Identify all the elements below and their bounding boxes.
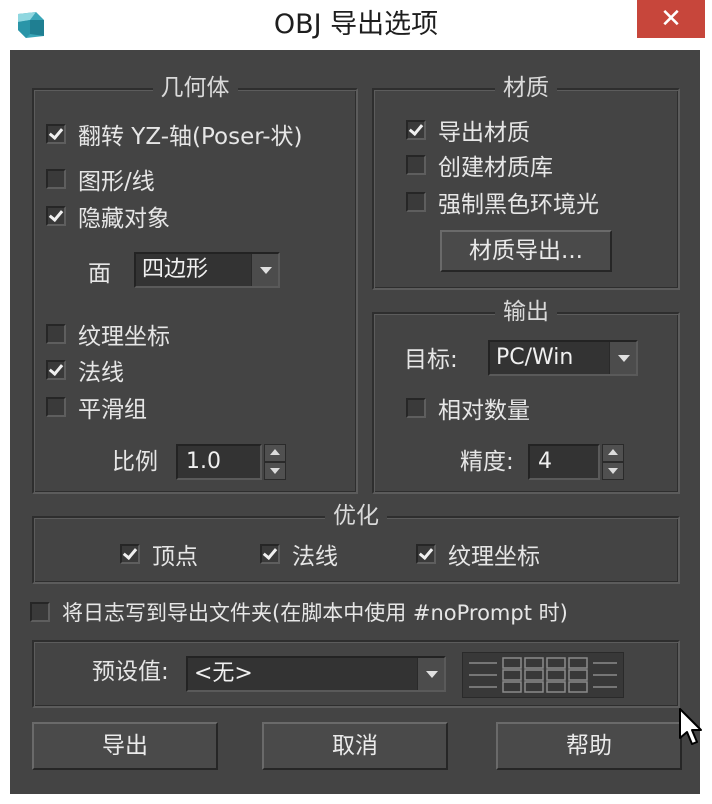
chevron-down-icon[interactable] (251, 254, 278, 286)
chevron-down-icon[interactable] (417, 658, 444, 690)
optimize-group: 优化 顶点 法线 纹理坐标 (32, 503, 680, 584)
target-dropdown[interactable]: PC/Win (488, 340, 638, 376)
precision-input[interactable]: 4 (528, 444, 600, 480)
material-group-title: 材质 (495, 75, 557, 101)
close-icon: ✕ (660, 4, 682, 34)
window-bottom-edge (0, 794, 712, 804)
chevron-down-icon[interactable] (609, 342, 636, 374)
window-title: OBJ 导出选项 (273, 9, 439, 40)
help-button[interactable]: 帮助 (496, 722, 682, 770)
preset-toolbar[interactable] (462, 652, 624, 698)
opt-texture-coords-checkbox[interactable]: 纹理坐标 (416, 538, 540, 570)
faces-dropdown[interactable]: 四边形 (134, 252, 280, 288)
output-group-title: 输出 (495, 299, 557, 325)
cancel-button[interactable]: 取消 (262, 722, 448, 770)
create-mat-lib-checkbox[interactable]: 创建材质库 (406, 149, 553, 181)
close-button[interactable]: ✕ (637, 0, 705, 38)
target-label: 目标: (404, 347, 458, 373)
presets-value: <无> (194, 661, 253, 686)
relative-numbers-label: 相对数量 (438, 398, 530, 424)
texture-coords-label: 纹理坐标 (78, 324, 170, 350)
faces-value: 四边形 (142, 257, 209, 282)
flip-yz-checkbox[interactable]: 翻转 YZ-轴(Poser-状) (46, 118, 303, 150)
mouse-cursor-icon (679, 708, 702, 745)
geometry-group-title: 几何体 (152, 75, 238, 101)
write-log-check[interactable] (30, 602, 50, 622)
shapes-lines-check[interactable] (46, 169, 66, 189)
material-export-button[interactable]: 材质导出... (440, 230, 612, 272)
export-materials-check[interactable] (406, 120, 426, 140)
force-black-ambient-label: 强制黑色环境光 (438, 192, 599, 218)
opt-vertices-checkbox[interactable]: 顶点 (120, 538, 198, 570)
create-mat-lib-check[interactable] (406, 155, 426, 175)
force-black-ambient-checkbox[interactable]: 强制黑色环境光 (406, 186, 599, 218)
texture-coords-checkbox[interactable]: 纹理坐标 (46, 318, 170, 350)
presets-label: 预设值: (92, 659, 169, 685)
smoothing-groups-check[interactable] (46, 397, 66, 417)
opt-normals-label: 法线 (292, 544, 338, 570)
relative-numbers-checkbox[interactable]: 相对数量 (406, 392, 530, 424)
opt-normals-checkbox[interactable]: 法线 (260, 538, 338, 570)
precision-spinner[interactable]: 4 (528, 444, 626, 480)
material-group: 材质 导出材质 创建材质库 强制黑色环境光 材质导出... (372, 75, 680, 290)
opt-vertices-check[interactable] (120, 544, 140, 564)
write-log-label: 将日志写到导出文件夹(在脚本中使用 #noPrompt 时) (62, 601, 568, 625)
optimize-group-title: 优化 (325, 503, 387, 529)
presets-dropdown[interactable]: <无> (186, 656, 446, 692)
shapes-lines-label: 图形/线 (78, 169, 155, 195)
spinner-down-icon[interactable] (602, 462, 624, 480)
precision-label: 精度: (460, 449, 514, 475)
opt-texture-coords-check[interactable] (416, 544, 436, 564)
faces-label: 面 (88, 261, 111, 287)
scale-input[interactable]: 1.0 (176, 444, 262, 480)
opt-texture-coords-label: 纹理坐标 (448, 544, 540, 570)
spinner-down-icon[interactable] (264, 462, 286, 480)
scale-label: 比例 (112, 449, 158, 475)
texture-coords-check[interactable] (46, 324, 66, 344)
target-value: PC/Win (496, 345, 574, 370)
hidden-objects-checkbox[interactable]: 隐藏对象 (46, 200, 170, 232)
export-button[interactable]: 导出 (32, 722, 218, 770)
dialog-body: 几何体 翻转 YZ-轴(Poser-状) 图形/线 隐藏对象 面 四边形 纹理坐… (10, 50, 700, 794)
export-materials-checkbox[interactable]: 导出材质 (406, 114, 530, 146)
opt-normals-check[interactable] (260, 544, 280, 564)
preset-manage-icon[interactable] (463, 653, 623, 697)
flip-yz-check[interactable] (46, 124, 66, 144)
export-materials-label: 导出材质 (438, 120, 530, 146)
smoothing-groups-label: 平滑组 (78, 397, 147, 423)
hidden-objects-label: 隐藏对象 (78, 206, 170, 232)
obj-export-dialog: OBJ 导出选项 ✕ 几何体 翻转 YZ-轴(Poser-状) 图形/线 隐藏对… (0, 0, 712, 804)
write-log-checkbox[interactable]: 将日志写到导出文件夹(在脚本中使用 #noPrompt 时) (30, 596, 568, 628)
relative-numbers-check[interactable] (406, 398, 426, 418)
flip-yz-label: 翻转 YZ-轴(Poser-状) (78, 124, 303, 150)
shapes-lines-checkbox[interactable]: 图形/线 (46, 163, 155, 195)
output-group: 输出 目标: PC/Win 相对数量 精度: 4 (372, 299, 680, 494)
spinner-up-icon[interactable] (602, 444, 624, 462)
normals-check[interactable] (46, 360, 66, 380)
scale-spinner[interactable]: 1.0 (176, 444, 288, 480)
force-black-ambient-check[interactable] (406, 192, 426, 212)
normals-checkbox[interactable]: 法线 (46, 354, 124, 386)
geometry-group: 几何体 翻转 YZ-轴(Poser-状) 图形/线 隐藏对象 面 四边形 纹理坐… (32, 75, 358, 494)
normals-label: 法线 (78, 360, 124, 386)
title-bar[interactable]: OBJ 导出选项 ✕ (0, 0, 712, 50)
spinner-up-icon[interactable] (264, 444, 286, 462)
hidden-objects-check[interactable] (46, 206, 66, 226)
opt-vertices-label: 顶点 (152, 544, 198, 570)
smoothing-groups-checkbox[interactable]: 平滑组 (46, 391, 147, 423)
create-mat-lib-label: 创建材质库 (438, 155, 553, 181)
